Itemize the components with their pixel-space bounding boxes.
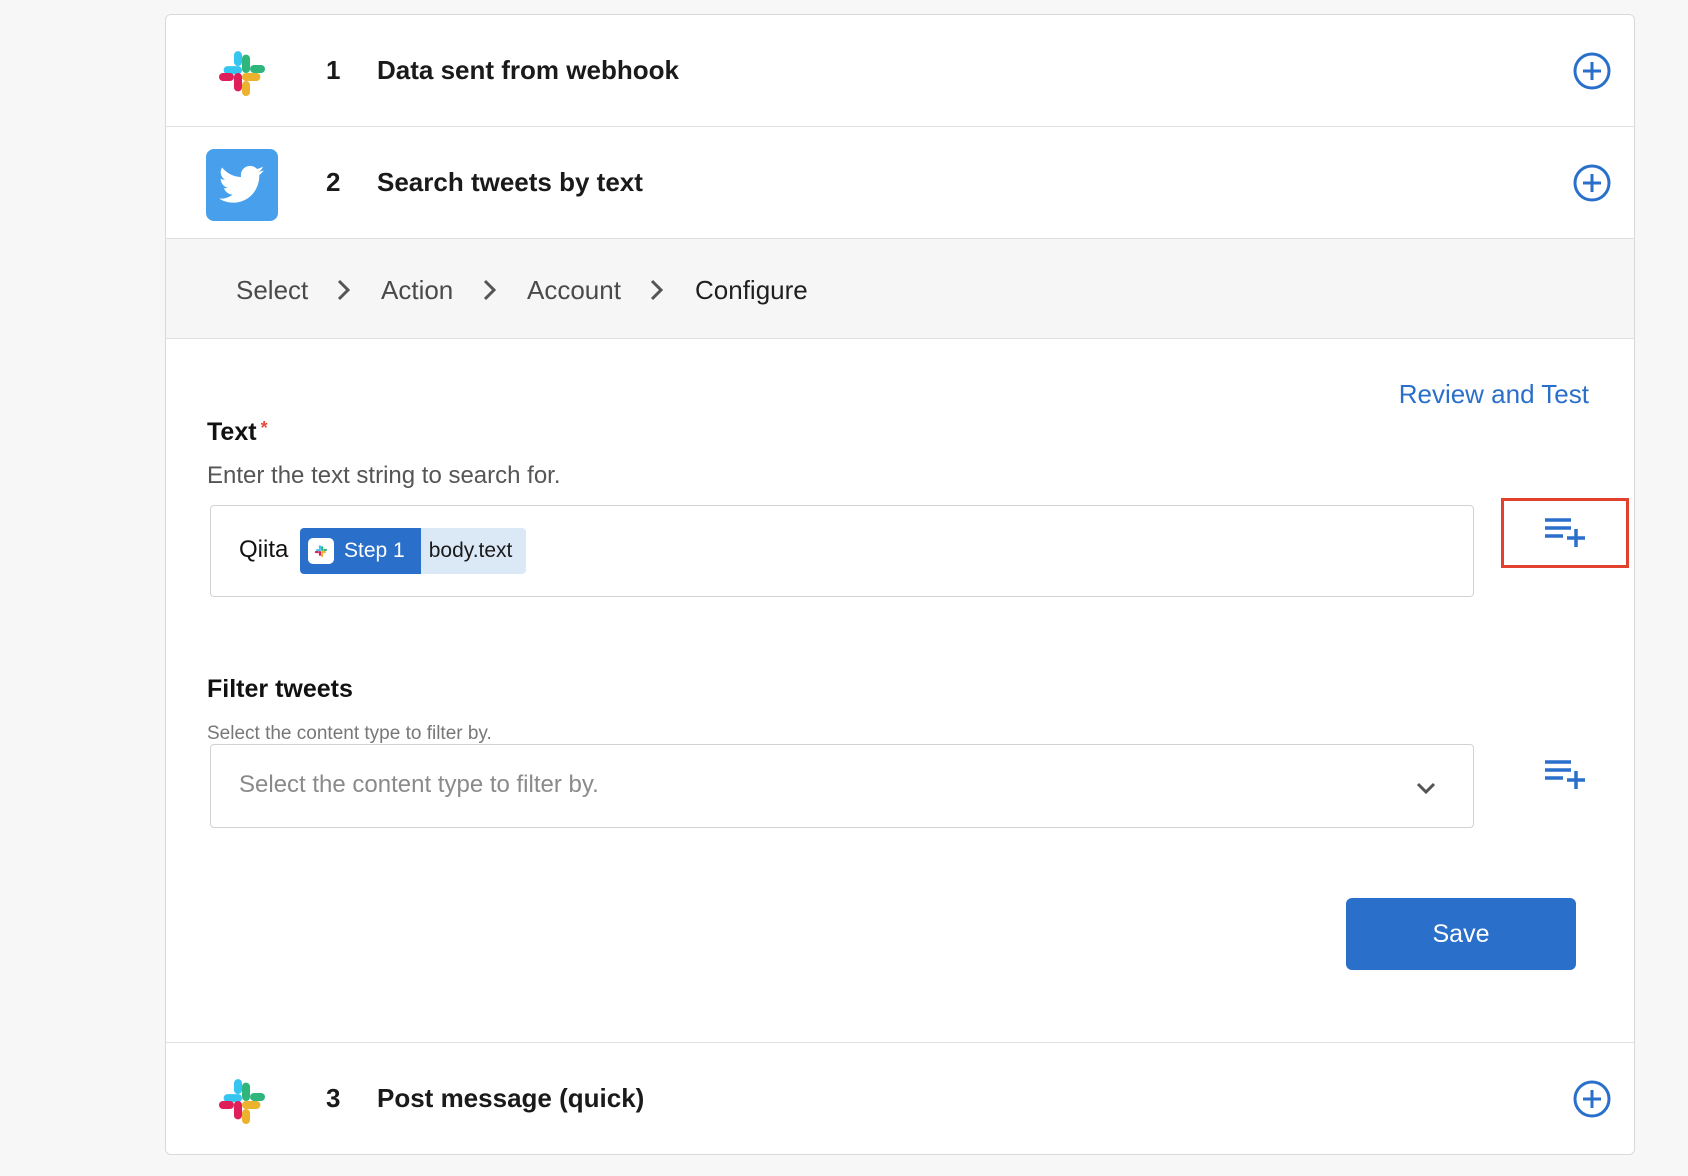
insert-data-icon[interactable] xyxy=(1543,515,1587,549)
pill-field: body.text xyxy=(420,528,527,574)
slack-icon xyxy=(219,51,265,96)
text-field-label-text: Text xyxy=(207,418,257,446)
step-title: Search tweets by text xyxy=(377,167,643,197)
text-field-label: Text * xyxy=(207,418,268,447)
chevron-right-icon xyxy=(337,279,351,301)
insert-data-icon[interactable] xyxy=(1543,757,1587,791)
step-row-1[interactable]: 1 Data sent from webhook xyxy=(166,15,1634,127)
slack-icon xyxy=(308,538,334,564)
pill-step: Step 1 xyxy=(300,528,421,574)
filter-tweets-select[interactable]: Select the content type to filter by. xyxy=(210,744,1474,828)
chevron-right-icon xyxy=(650,279,664,301)
step-number: 1 xyxy=(326,55,341,85)
text-field-help: Enter the text string to search for. xyxy=(207,462,561,489)
breadcrumb-account[interactable]: Account xyxy=(527,275,621,306)
filter-select-placeholder: Select the content type to filter by. xyxy=(239,771,599,798)
twitter-icon xyxy=(206,149,278,221)
save-button[interactable]: Save xyxy=(1346,898,1576,970)
filter-field-label: Filter tweets xyxy=(207,675,353,703)
breadcrumb: Select Action Account Configure xyxy=(166,239,1634,339)
data-reference-pill[interactable]: Step 1 body.text xyxy=(300,528,527,574)
slack-icon xyxy=(219,1079,265,1124)
step-title: Post message (quick) xyxy=(377,1083,645,1113)
text-input-static: Qiita xyxy=(239,536,289,563)
text-input[interactable]: Qiita Step 1 body.text xyxy=(210,505,1474,597)
chevron-down-icon xyxy=(1416,782,1436,795)
breadcrumb-action[interactable]: Action xyxy=(381,275,453,306)
review-and-test-link[interactable]: Review and Test xyxy=(1399,379,1589,410)
step-title: Data sent from webhook xyxy=(377,55,679,85)
chevron-right-icon xyxy=(483,279,497,301)
breadcrumb-select[interactable]: Select xyxy=(236,275,308,306)
workflow-card: 1 Data sent from webhook 2 Search tweets… xyxy=(165,14,1635,1155)
pill-step-label: Step 1 xyxy=(344,539,405,562)
add-step-icon[interactable] xyxy=(1572,163,1612,203)
breadcrumb-configure[interactable]: Configure xyxy=(695,275,808,306)
step-row-2[interactable]: 2 Search tweets by text xyxy=(166,127,1634,239)
required-mark: * xyxy=(260,418,268,438)
add-step-icon[interactable] xyxy=(1572,51,1612,91)
add-step-icon[interactable] xyxy=(1572,1079,1612,1119)
step-number: 2 xyxy=(326,167,341,197)
step-number: 3 xyxy=(326,1083,341,1113)
filter-field-help: Select the content type to filter by. xyxy=(207,723,492,744)
step-row-3[interactable]: 3 Post message (quick) xyxy=(166,1042,1634,1154)
